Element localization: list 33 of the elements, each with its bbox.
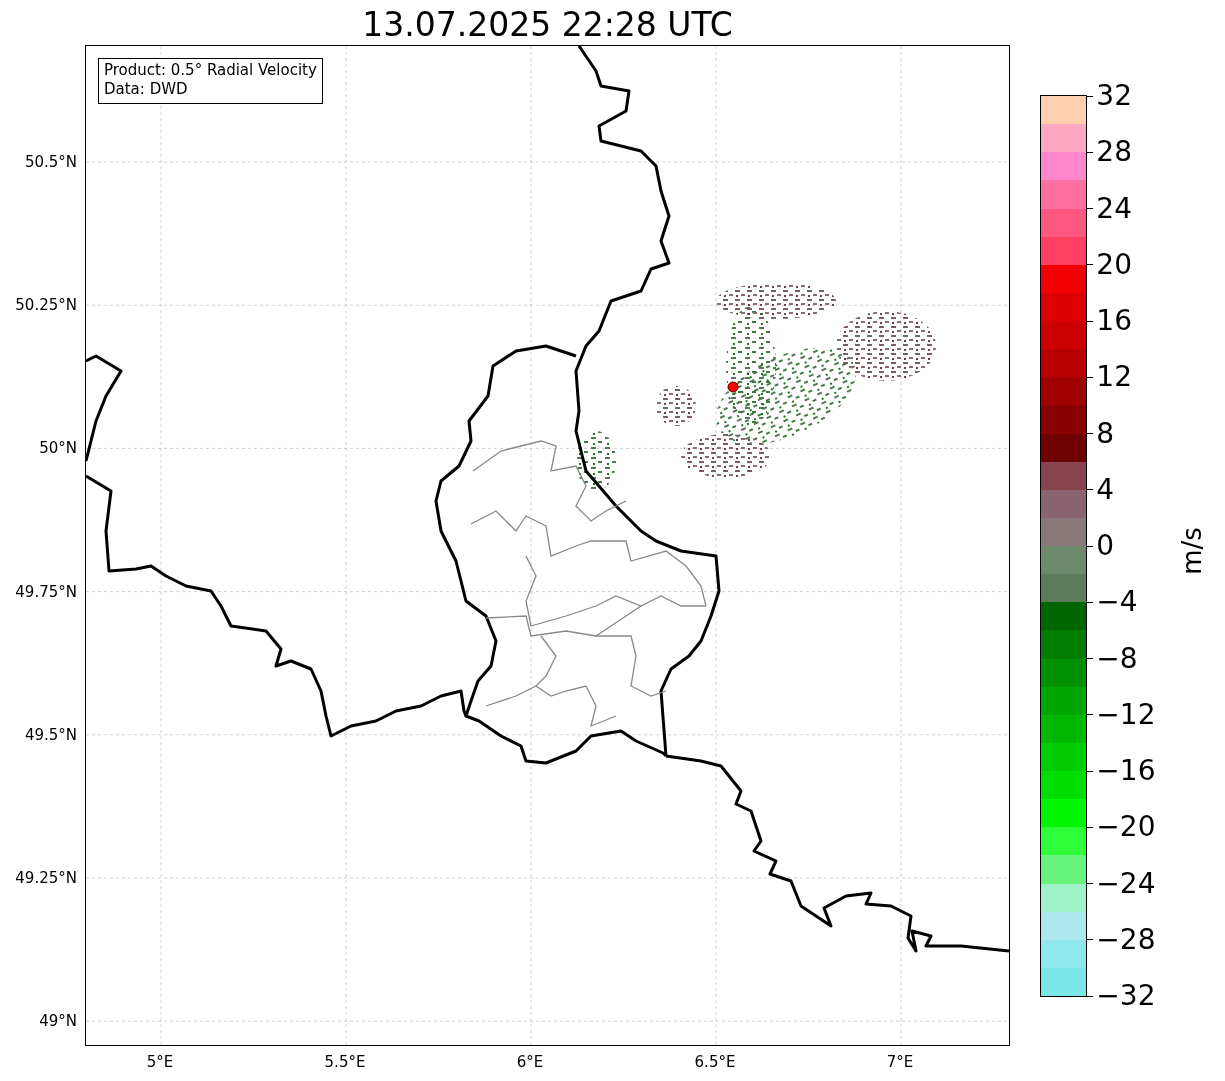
colorbar-tick-label: −28 bbox=[1096, 923, 1156, 956]
latitude-label: 50°N bbox=[39, 439, 77, 458]
colorbar-tick-label: 32 bbox=[1096, 80, 1132, 112]
colorbar-tick-label: 28 bbox=[1096, 136, 1132, 169]
colorbar-tick-label: −32 bbox=[1096, 980, 1156, 1012]
latitude-label: 49.75°N bbox=[15, 582, 77, 601]
colorbar-tick-label: 24 bbox=[1096, 192, 1132, 225]
colorbar-tick-label: −24 bbox=[1096, 867, 1156, 900]
colorbar-tick-label: −20 bbox=[1096, 811, 1156, 844]
longitude-label: 6°E bbox=[516, 1053, 544, 1071]
colorbar-tick-label: −4 bbox=[1096, 586, 1138, 619]
colorbar-tick-label: −16 bbox=[1096, 755, 1156, 787]
longitude-label: 6.5°E bbox=[694, 1053, 736, 1071]
latitude-label: 49.25°N bbox=[15, 869, 77, 887]
product-label: Product: 0.5° Radial Velocity bbox=[104, 61, 317, 80]
longitude-label: 7°E bbox=[886, 1053, 914, 1071]
colorbar-label: m/s bbox=[1177, 527, 1209, 575]
latitude-label: 49.5°N bbox=[24, 725, 77, 744]
colorbar-tick-label: 20 bbox=[1096, 248, 1132, 281]
longitude-label: 5.5°E bbox=[324, 1053, 366, 1071]
colorbar-tick-label: 0 bbox=[1096, 530, 1115, 562]
data-source-label: Data: DWD bbox=[104, 80, 189, 99]
colorbar-tick-label: 4 bbox=[1096, 473, 1115, 506]
colorbar-tick-label: 8 bbox=[1096, 417, 1115, 450]
longitude-label: 5°E bbox=[146, 1053, 174, 1071]
latitude-label: 49°N bbox=[39, 1012, 77, 1031]
colorbar-tick-label: −12 bbox=[1096, 698, 1156, 731]
colorbar-tick-label: −8 bbox=[1096, 642, 1138, 675]
latitude-label: 50.5°N bbox=[24, 153, 77, 171]
colorbar-tick-label: 12 bbox=[1096, 361, 1132, 394]
latitude-label: 50.25°N bbox=[15, 296, 77, 315]
chart-title: 13.07.2025 22:28 UTC bbox=[362, 5, 733, 45]
colorbar-tick-label: 16 bbox=[1096, 305, 1132, 337]
